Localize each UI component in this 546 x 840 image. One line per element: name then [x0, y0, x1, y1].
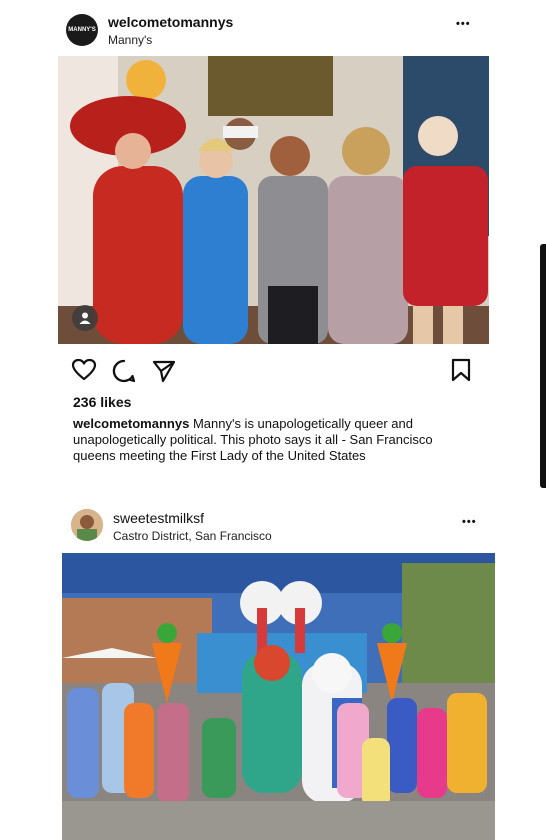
post2-photo-image [62, 553, 495, 840]
post1-more-options-button[interactable]: ••• [456, 18, 471, 30]
likes-count[interactable]: 236 likes [73, 394, 131, 410]
avatar-logo-text: MANNY'S [68, 27, 96, 33]
caption-username[interactable]: welcometomannys [73, 416, 189, 431]
post2-avatar-image [71, 509, 103, 541]
user-tag-icon[interactable] [72, 305, 98, 331]
post1-username[interactable]: welcometomannys [108, 14, 233, 30]
comment-button[interactable] [111, 358, 137, 384]
scroll-indicator[interactable] [540, 244, 546, 488]
share-button[interactable] [151, 358, 177, 384]
post2-location[interactable]: Castro District, San Francisco [113, 529, 272, 543]
post1-photo[interactable] [58, 56, 489, 344]
heart-icon [71, 358, 97, 381]
post2-username[interactable]: sweetestmilksf [113, 510, 204, 526]
save-button[interactable] [450, 358, 472, 382]
post2-photo[interactable] [62, 553, 495, 840]
post1-photo-image [58, 56, 489, 344]
post1-avatar[interactable]: MANNY'S [66, 14, 98, 46]
comment-icon [112, 359, 136, 383]
post1-location[interactable]: Manny's [108, 33, 152, 47]
send-icon [152, 360, 176, 383]
post2-more-options-button[interactable]: ••• [462, 516, 477, 528]
bookmark-icon [451, 358, 471, 382]
post2-avatar[interactable] [71, 509, 103, 541]
post1-caption: welcometomannys Manny's is unapologetica… [73, 416, 478, 464]
like-button[interactable] [71, 358, 97, 382]
